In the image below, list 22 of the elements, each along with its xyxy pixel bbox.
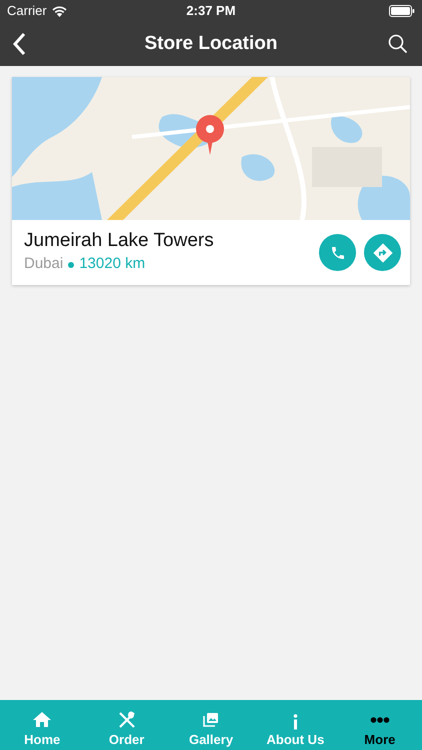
tab-bar-item[interactable]: More [338, 700, 422, 750]
tab-bar-item[interactable]: Order [84, 700, 169, 750]
store-city: Dubai [24, 254, 64, 274]
call-button[interactable] [319, 234, 356, 271]
tab-bar-item[interactable]: About Us [253, 700, 338, 750]
screen-title: Store Location [144, 32, 278, 56]
store-name: Jumeirah Lake Towers [24, 229, 215, 254]
tab-bar-item[interactable]: Home [0, 700, 84, 750]
directions-icon [372, 242, 394, 264]
home-icon [32, 710, 52, 730]
store-card[interactable]: Jumeirah Lake Towers Dubai 13020 km [12, 77, 410, 285]
directions-button[interactable] [364, 234, 401, 271]
battery-icon [389, 5, 415, 17]
status-time: 2:37 PM [186, 2, 236, 20]
carrier-label: Carrier [7, 2, 47, 20]
search-button[interactable] [386, 32, 410, 56]
phone-icon [330, 244, 346, 260]
tab-bar-item[interactable]: Gallery [168, 700, 254, 750]
wifi-icon [52, 6, 67, 16]
info-icon [292, 714, 298, 730]
store-distance: 13020 km [79, 254, 146, 274]
fork-spoon-icon [116, 710, 137, 730]
